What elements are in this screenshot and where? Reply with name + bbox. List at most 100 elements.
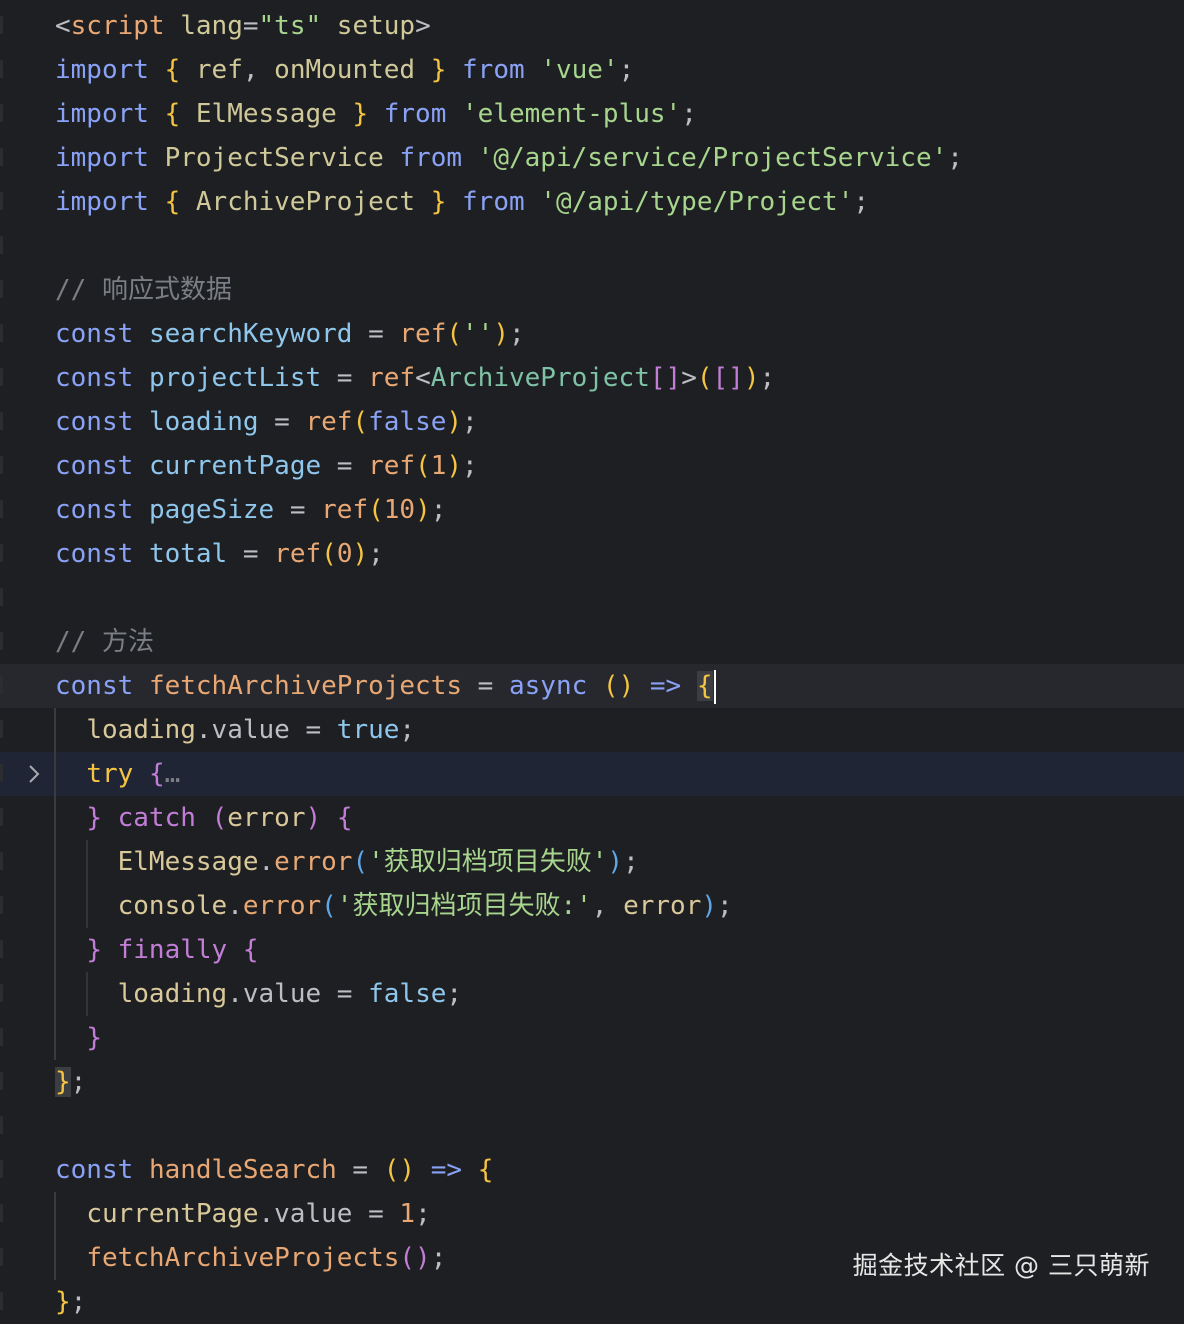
code-token: {	[164, 99, 181, 129]
code-token: ElMessage	[195, 99, 337, 129]
code-token: loading	[148, 407, 259, 437]
code-line[interactable]	[0, 224, 1184, 268]
code-token: ;	[430, 495, 447, 525]
gutter-marker	[0, 676, 3, 694]
code-line[interactable]: import { ArchiveProject } from '@/api/ty…	[0, 180, 1184, 224]
code-text: const handleSearch = () => {	[55, 1148, 493, 1192]
code-token: ProjectService	[164, 143, 384, 173]
gutter-marker	[0, 148, 3, 166]
code-token: from	[462, 55, 525, 85]
gutter-marker	[0, 1072, 3, 1090]
code-token: }	[86, 1023, 102, 1053]
code-line[interactable]: const searchKeyword = ref('');	[0, 312, 1184, 356]
code-token: <	[415, 363, 431, 393]
code-line[interactable]: currentPage.value = 1;	[0, 1192, 1184, 1236]
code-text: const searchKeyword = ref('');	[55, 312, 525, 356]
code-token: const	[55, 539, 134, 569]
code-token: =	[242, 11, 259, 41]
code-text: import { ArchiveProject } from '@/api/ty…	[55, 180, 869, 224]
code-line[interactable]: const handleSearch = () => {	[0, 1148, 1184, 1192]
code-token: ;	[462, 407, 478, 437]
code-token: import	[55, 55, 149, 85]
code-token: )	[352, 539, 369, 569]
code-token: )	[743, 363, 760, 393]
code-line[interactable]: console.error('获取归档项目失败:', error);	[0, 884, 1184, 928]
code-token: {	[164, 187, 181, 217]
code-token: from	[383, 99, 447, 129]
code-text: const total = ref(0);	[55, 532, 384, 576]
code-line[interactable]: // 响应式数据	[0, 268, 1184, 312]
code-text: console.error('获取归档项目失败:', error);	[55, 884, 733, 928]
code-token: console	[117, 891, 228, 921]
code-line[interactable]: const pageSize = ref(10);	[0, 488, 1184, 532]
code-line[interactable]: } catch (error) {	[0, 796, 1184, 840]
code-token: }	[430, 55, 447, 85]
code-line[interactable]	[0, 576, 1184, 620]
code-line[interactable]: try {…	[0, 752, 1184, 796]
code-token: ;	[717, 891, 733, 921]
code-line[interactable]: const projectList = ref<ArchiveProject[]…	[0, 356, 1184, 400]
code-line[interactable]: const currentPage = ref(1);	[0, 444, 1184, 488]
code-token: '获取归档项目失败'	[368, 847, 608, 877]
code-token: {	[336, 803, 353, 833]
code-line[interactable]: loading.value = true;	[0, 708, 1184, 752]
code-text: };	[55, 1060, 86, 1104]
code-token: =	[352, 319, 400, 349]
code-token: ref	[274, 539, 322, 569]
code-editor[interactable]: <script lang="ts" setup> import { ref, on…	[0, 0, 1184, 1317]
code-line[interactable]: const loading = ref(false);	[0, 400, 1184, 444]
gutter-marker	[0, 808, 3, 826]
code-token: ;	[399, 715, 416, 745]
code-token: ;	[618, 55, 635, 85]
indent-guide	[54, 708, 56, 1060]
code-token: false	[368, 407, 447, 437]
code-line[interactable]: };	[0, 1060, 1184, 1104]
code-token: ref	[195, 55, 243, 85]
code-token: }	[352, 99, 369, 129]
code-token: handleSearch	[148, 1155, 337, 1185]
code-token: []	[649, 363, 682, 393]
code-line[interactable]: ElMessage.error('获取归档项目失败');	[0, 840, 1184, 884]
code-line[interactable]: }	[0, 1016, 1184, 1060]
code-token: ()	[399, 1243, 431, 1273]
code-token: =	[352, 1199, 400, 1229]
code-token: }	[86, 935, 102, 965]
code-token: ;	[853, 187, 870, 217]
code-token: =	[462, 671, 509, 701]
code-line[interactable]: import ProjectService from '@/api/servic…	[0, 136, 1184, 180]
code-line[interactable]: const total = ref(0);	[0, 532, 1184, 576]
code-line[interactable]: import { ElMessage } from 'element-plus'…	[0, 92, 1184, 136]
code-line[interactable]: const fetchArchiveProjects = async () =>…	[0, 664, 1184, 708]
code-line[interactable]: // 方法	[0, 620, 1184, 664]
code-line[interactable]: loading.value = false;	[0, 972, 1184, 1016]
gutter-marker	[0, 1204, 3, 1222]
code-token: async	[508, 671, 588, 701]
code-line[interactable]: };	[0, 1280, 1184, 1324]
indent-guide	[86, 972, 88, 1016]
code-token: "ts"	[258, 11, 322, 41]
code-token: script	[70, 11, 165, 41]
watermark: 掘金技术社区 @ 三只萌新	[852, 1251, 1150, 1280]
code-token: .	[258, 847, 275, 877]
code-text: const fetchArchiveProjects = async () =>…	[55, 664, 716, 708]
code-line[interactable]	[0, 1104, 1184, 1148]
code-text: const projectList = ref<ArchiveProject[]…	[55, 356, 775, 400]
code-token: const	[55, 495, 134, 525]
code-line[interactable]: import { ref, onMounted } from 'vue';	[0, 48, 1184, 92]
code-line[interactable]: <script lang="ts" setup>	[0, 4, 1184, 48]
code-token: // 方法	[55, 627, 154, 657]
code-token: (	[352, 847, 369, 877]
code-token: from	[399, 143, 463, 173]
code-token: ElMessage	[117, 847, 259, 877]
chevron-right-icon[interactable]	[24, 764, 44, 784]
code-line[interactable]: } finally {	[0, 928, 1184, 972]
